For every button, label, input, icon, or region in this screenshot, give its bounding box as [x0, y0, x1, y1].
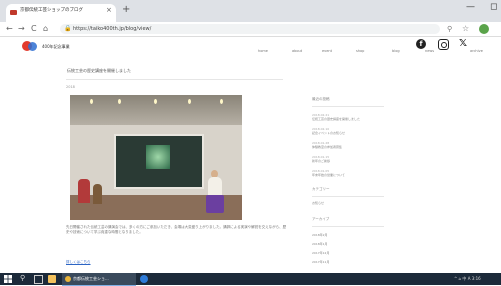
sidebar-divider	[312, 196, 384, 197]
sidebar-archive-heading: アーカイブ	[312, 217, 330, 221]
logo-blue-circle	[28, 42, 37, 51]
system-tray[interactable]: ^ ⌂ 中 A 3:16	[454, 276, 481, 282]
maximize-button[interactable]: ◻	[490, 2, 497, 12]
projector-screen	[114, 134, 204, 189]
minimize-button[interactable]: —	[466, 2, 475, 12]
windows-start-icon[interactable]	[4, 275, 12, 283]
ceiling-light	[90, 99, 93, 104]
nav-item-blog[interactable]: blog	[392, 49, 400, 53]
sidebar-archive-item[interactable]: 2018年2月	[312, 233, 384, 237]
sidebar-post[interactable]: 2018.01.28 体験教室の参加者募集	[312, 141, 384, 149]
title-divider	[66, 79, 283, 80]
edge-icon[interactable]	[140, 275, 148, 283]
sidebar-post-title[interactable]: 記念イベントのお知らせ	[312, 131, 384, 135]
browser-tab-bar: 京都伝統工芸ショップのブログ × + — ◻	[0, 0, 501, 22]
forward-button[interactable]: →	[18, 23, 25, 34]
sidebar-post-title[interactable]: 体験教室の参加者募集	[312, 145, 384, 149]
nav-item-archive[interactable]: archive	[470, 49, 483, 53]
nav-item-news[interactable]: news	[425, 49, 434, 53]
sidebar-category-heading: カテゴリー	[312, 187, 330, 191]
taskbar-browser-label: 京都伝統工芸ショ...	[73, 276, 109, 281]
browser-toolbar: ← → C ⌂ 🔒 https://taiko400th.jp/blog/vie…	[0, 22, 501, 37]
taskbar-browser-button[interactable]: 京都伝統工芸ショ...	[62, 273, 136, 286]
site-name[interactable]: 400年記念事業	[42, 44, 70, 50]
ceiling-light	[188, 99, 191, 104]
home-button[interactable]: ⌂	[43, 23, 48, 34]
instagram-icon[interactable]	[438, 39, 449, 50]
sidebar-archive-item[interactable]: 2017年11月	[312, 260, 384, 264]
sidebar-post-title[interactable]: 伝統工芸の歴史講座を開催しました	[312, 117, 384, 121]
site-logo[interactable]	[22, 41, 38, 51]
task-view-icon[interactable]	[34, 275, 43, 284]
nav-item-shop[interactable]: shop	[356, 49, 364, 53]
web-page: 400年記念事業 f 𝕏 home about event shop blog …	[0, 37, 501, 273]
sidebar-post[interactable]: 2018.02.10 記念イベントのお知らせ	[312, 127, 384, 135]
sidebar-post-title[interactable]: 年末年始の営業について	[312, 173, 384, 177]
file-explorer-icon[interactable]	[48, 275, 56, 283]
tab-title: 京都伝統工芸ショップのブログ	[20, 8, 83, 13]
star-icon[interactable]: ☆	[462, 24, 469, 33]
sidebar-archive-item[interactable]: 2017年12月	[312, 251, 384, 255]
lock-icon: 🔒	[64, 25, 72, 32]
article-title: 伝統工芸の歴史講座を開催しました	[67, 68, 131, 73]
instagram-lens	[441, 42, 447, 48]
search-icon[interactable]: ⚲	[20, 274, 25, 282]
sidebar-post-title[interactable]: 新年のご挨拶	[312, 159, 384, 163]
new-tab-button[interactable]: +	[122, 5, 130, 15]
article-body: 先日開催された伝統工芸の講演会では、多くの方にご参加いただき、会場は大変盛り上が…	[66, 225, 287, 234]
sidebar-post[interactable]: 2018.01.05 年末年始の営業について	[312, 169, 384, 177]
profile-avatar[interactable]	[479, 24, 489, 34]
article-photo	[70, 95, 242, 220]
sidebar-post[interactable]: 2018.01.15 新年のご挨拶	[312, 155, 384, 163]
favicon-icon	[10, 10, 17, 15]
ceiling-light	[154, 99, 157, 104]
article-link[interactable]: 詳しくはこちら	[66, 260, 91, 265]
sidebar-category-item[interactable]: お知らせ	[312, 201, 384, 205]
address-bar[interactable]: 🔒 https://taiko400th.jp/blog/view/	[60, 24, 440, 34]
speaker-hakama	[206, 195, 224, 213]
photo-ceiling	[70, 95, 242, 125]
nav-item-event[interactable]: event	[322, 49, 332, 53]
facebook-icon[interactable]: f	[416, 39, 426, 49]
close-tab-icon[interactable]: ×	[106, 6, 112, 14]
display-figure	[93, 184, 102, 204]
browser-tab[interactable]: 京都伝統工芸ショップのブログ ×	[6, 4, 116, 22]
display-figure	[78, 179, 90, 203]
back-button[interactable]: ←	[6, 23, 13, 34]
url-text: https://taiko400th.jp/blog/view/	[73, 26, 152, 32]
sidebar-post[interactable]: 2018.02.21 伝統工芸の歴史講座を開催しました	[312, 113, 384, 121]
nav-item-home[interactable]: home	[258, 49, 268, 53]
reload-button[interactable]: C	[31, 23, 37, 34]
search-icon[interactable]: ⚲	[447, 25, 452, 33]
sidebar-divider	[312, 106, 384, 107]
sidebar-divider	[312, 226, 384, 227]
twitter-icon[interactable]: 𝕏	[459, 38, 467, 49]
browser-icon	[65, 276, 71, 282]
os-taskbar: ⚲ 京都伝統工芸ショ... ^ ⌂ 中 A 3:16	[0, 273, 501, 286]
article-meta: 2018	[66, 85, 75, 89]
ceiling-light	[118, 99, 121, 104]
sidebar-archive-item[interactable]: 2018年1月	[312, 242, 384, 246]
projected-image	[146, 145, 170, 169]
nav-item-about[interactable]: about	[292, 49, 302, 53]
sidebar-recent-heading: 最近の投稿	[312, 97, 330, 101]
ceiling-light	[220, 99, 223, 104]
sidebar: 最近の投稿 2018.02.21 伝統工芸の歴史講座を開催しました 2018.0…	[312, 97, 384, 264]
